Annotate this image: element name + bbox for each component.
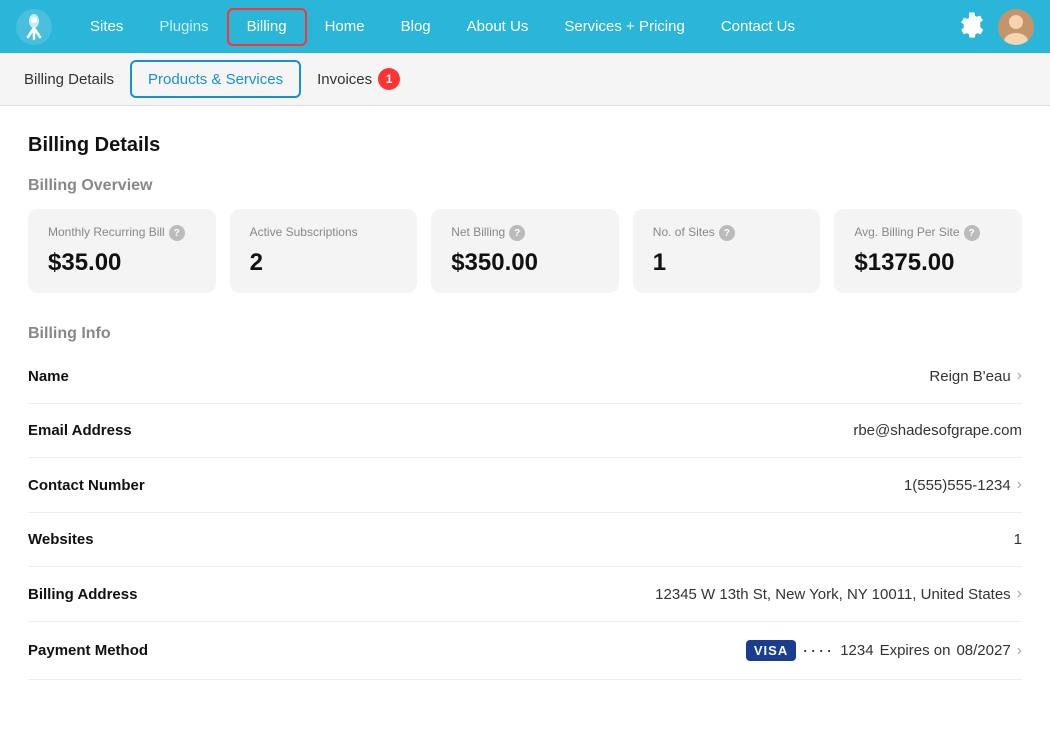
monthly-bill-help-icon[interactable]: ? [169,225,185,241]
card-monthly-bill: Monthly Recurring Bill ? $35.00 [28,209,216,293]
visa-badge: VISA [746,640,796,661]
info-row-billing-address[interactable]: Billing Address 12345 W 13th St, New Yor… [28,567,1022,622]
info-row-payment[interactable]: Payment Method VISA ···· 1234 Expires on… [28,622,1022,680]
billing-info-title: Billing Info [28,325,1022,343]
logo[interactable] [16,9,52,45]
info-row-websites: Websites 1 [28,513,1022,567]
name-label: Name [28,368,69,385]
websites-value: 1 [1014,531,1022,548]
nav-blog[interactable]: Blog [383,0,449,53]
billing-address-label: Billing Address [28,586,137,603]
nav-about[interactable]: About Us [449,0,547,53]
card-monthly-bill-value: $35.00 [48,249,196,277]
card-avg-billing-label: Avg. Billing Per Site ? [854,225,1002,241]
card-active-subscriptions-value: 2 [250,249,398,277]
avatar[interactable] [998,9,1034,45]
payment-label: Payment Method [28,642,148,659]
card-net-billing: Net Billing ? $350.00 [431,209,619,293]
card-net-billing-label: Net Billing ? [451,225,599,241]
info-row-contact[interactable]: Contact Number 1(555)555-1234 › [28,458,1022,513]
card-monthly-bill-label: Monthly Recurring Bill ? [48,225,196,241]
email-value: rbe@shadesofgrape.com [853,422,1022,439]
contact-label: Contact Number [28,477,145,494]
billing-address-chevron-icon: › [1017,585,1022,603]
nav-services[interactable]: Services + Pricing [546,0,702,53]
main-content: Billing Details Billing Overview Monthly… [0,106,1050,742]
email-label: Email Address [28,422,132,439]
card-net-billing-value: $350.00 [451,249,599,277]
invoices-label: Invoices [317,71,372,88]
billing-overview-title: Billing Overview [28,177,1022,195]
nav-right [958,9,1034,45]
contact-chevron-icon: › [1017,476,1022,494]
info-row-name[interactable]: Name Reign B'eau › [28,349,1022,404]
avg-billing-help-icon[interactable]: ? [964,225,980,241]
expiry-date: 08/2027 [956,642,1010,659]
nav-contact[interactable]: Contact Us [703,0,813,53]
nav-home[interactable]: Home [307,0,383,53]
billing-address-value: 12345 W 13th St, New York, NY 10011, Uni… [655,585,1022,603]
contact-value: 1(555)555-1234 › [904,476,1022,494]
top-nav: Sites Plugins Billing Home Blog About Us… [0,0,1050,53]
nav-links: Sites Plugins Billing Home Blog About Us… [72,0,958,53]
name-chevron-icon: › [1017,367,1022,385]
card-dots: ···· [802,640,834,661]
nav-billing[interactable]: Billing [227,8,307,46]
nav-plugins[interactable]: Plugins [141,0,226,53]
card-avg-billing-value: $1375.00 [854,249,1002,277]
sub-nav: Billing Details Products & Services Invo… [0,53,1050,106]
sub-nav-products[interactable]: Products & Services [130,60,301,98]
invoice-badge: 1 [378,68,400,90]
card-no-of-sites: No. of Sites ? 1 [633,209,821,293]
nav-sites[interactable]: Sites [72,0,141,53]
card-avg-billing: Avg. Billing Per Site ? $1375.00 [834,209,1022,293]
websites-label: Websites [28,531,94,548]
net-billing-help-icon[interactable]: ? [509,225,525,241]
no-of-sites-help-icon[interactable]: ? [719,225,735,241]
sub-nav-billing-details[interactable]: Billing Details [20,53,130,106]
card-active-subscriptions-label: Active Subscriptions [250,225,398,241]
settings-icon[interactable] [958,10,986,43]
overview-cards: Monthly Recurring Bill ? $35.00 Active S… [28,209,1022,293]
sub-nav-invoices[interactable]: Invoices 1 [301,53,416,106]
payment-chevron-icon: › [1017,642,1022,660]
card-no-of-sites-label: No. of Sites ? [653,225,801,241]
card-last4: 1234 [840,642,873,659]
page-title: Billing Details [28,134,1022,157]
expires-label: Expires on [880,642,951,659]
card-active-subscriptions: Active Subscriptions 2 [230,209,418,293]
name-value: Reign B'eau › [929,367,1022,385]
payment-value: VISA ···· 1234 Expires on 08/2027 › [746,640,1022,661]
card-no-of-sites-value: 1 [653,249,801,277]
info-row-email: Email Address rbe@shadesofgrape.com [28,404,1022,458]
